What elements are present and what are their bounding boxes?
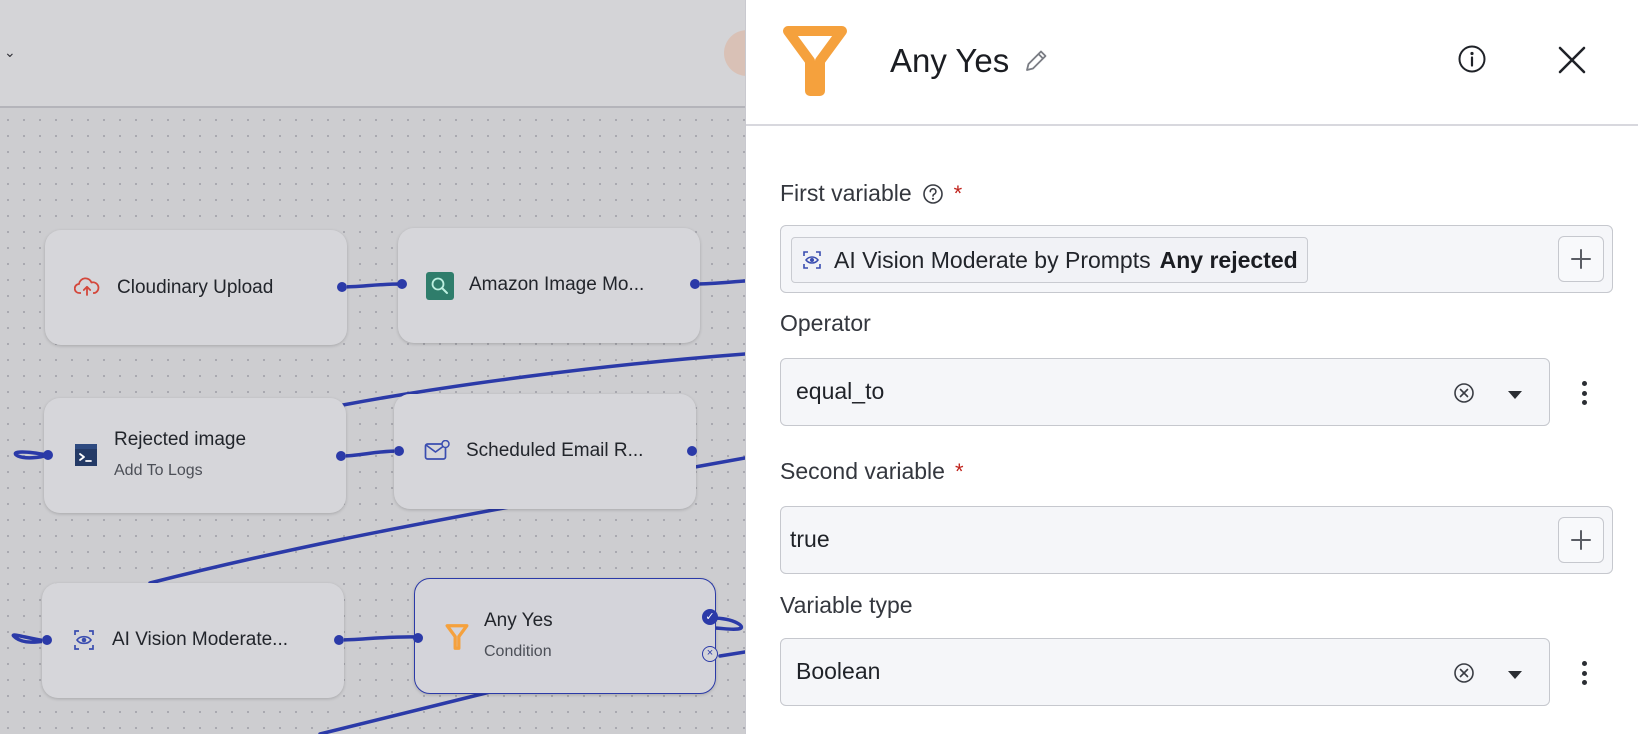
panel-header: Any Yes (746, 0, 1638, 126)
output-port[interactable] (337, 282, 347, 292)
field-label-text: Operator (780, 310, 871, 336)
caret-down-icon[interactable] (1507, 387, 1523, 399)
plus-icon (1571, 249, 1591, 269)
no-output-port[interactable]: × (702, 646, 718, 662)
clear-icon[interactable] (1453, 662, 1475, 684)
edge-amazon-out (693, 279, 745, 286)
input-port[interactable] (42, 635, 52, 645)
output-port[interactable] (334, 635, 344, 645)
edge-vision-anyyes (338, 635, 421, 642)
add-variable-button[interactable] (1558, 236, 1604, 282)
ai-vision-icon (70, 626, 98, 654)
help-icon[interactable] (922, 183, 944, 205)
cloud-upload-icon (73, 273, 101, 301)
operator-select[interactable]: equal_to (780, 358, 1550, 426)
input-port[interactable] (397, 279, 407, 289)
output-port[interactable] (687, 446, 697, 456)
close-icon[interactable] (1556, 44, 1588, 76)
filter-icon (782, 26, 848, 96)
edge-rejected-email (339, 449, 401, 458)
operator-more-icon[interactable] (1574, 378, 1594, 408)
plus-icon (1571, 530, 1591, 550)
field-label-text: First variable (780, 180, 912, 206)
caret-down-icon[interactable] (1507, 667, 1523, 679)
input-port[interactable] (413, 633, 423, 643)
second-variable-value: true (790, 526, 830, 552)
required-asterisk: * (954, 458, 964, 484)
filter-icon (443, 623, 471, 651)
node-title: AI Vision Moderate... (112, 629, 289, 650)
variable-chip[interactable]: AI Vision Moderate by Prompts Any reject… (791, 237, 1308, 283)
node-title: Any Yes (484, 610, 553, 631)
node-any-yes[interactable]: Any Yes Condition ✓ × (413, 578, 718, 694)
edge-loop-vision (11, 633, 47, 644)
edge-to-vision (148, 503, 522, 585)
chip-field-name: Any rejected (1159, 246, 1298, 273)
output-port[interactable] (690, 279, 700, 289)
node-title: Amazon Image Mo... (469, 274, 645, 295)
pencil-icon[interactable] (1022, 47, 1050, 75)
node-cloudinary-upload[interactable]: Cloudinary Upload (45, 230, 347, 345)
variable-type-more-icon[interactable] (1574, 658, 1594, 688)
clear-icon[interactable] (1453, 382, 1475, 404)
panel-title: Any Yes (890, 42, 1010, 79)
node-title: Rejected image (114, 429, 247, 450)
output-port[interactable] (336, 451, 346, 461)
node-title: Scheduled Email R... (466, 440, 644, 461)
node-rejected-image[interactable]: Rejected image Add To Logs (43, 398, 346, 513)
variable-type-value: Boolean (796, 658, 881, 684)
workflow-canvas[interactable]: ⌄ Cloudinary Upload Amazon Image Mo... R… (0, 0, 745, 734)
input-port[interactable] (394, 446, 404, 456)
node-scheduled-email[interactable]: Scheduled Email R... (394, 394, 697, 509)
node-title: Cloudinary Upload (117, 277, 274, 298)
input-port[interactable] (43, 450, 53, 460)
info-icon[interactable] (1457, 44, 1487, 74)
node-subtitle: Add To Logs (114, 462, 203, 479)
required-asterisk: * (953, 180, 963, 206)
variable-type-select[interactable]: Boolean (780, 638, 1550, 706)
edge-bottom (318, 690, 492, 734)
variable-type-label: Variable type (780, 592, 913, 619)
node-config-panel: Any Yes First variable * AI Vision Moder… (745, 0, 1638, 734)
operator-label: Operator (780, 310, 871, 337)
node-amazon-image-moderation[interactable]: Amazon Image Mo... (397, 228, 700, 343)
mail-icon (423, 437, 451, 465)
edge-anyyes-no (718, 650, 745, 658)
ai-vision-icon (800, 248, 824, 272)
yes-output-port[interactable]: ✓ (702, 609, 718, 625)
terminal-icon (72, 441, 100, 469)
first-variable-label: First variable * (780, 180, 962, 207)
amazon-image-moderation-icon (426, 272, 454, 300)
second-variable-field[interactable]: true (780, 506, 1613, 574)
node-subtitle: Condition (484, 643, 552, 660)
chip-source-name: AI Vision Moderate by Prompts (834, 246, 1151, 273)
node-ai-vision-moderate[interactable]: AI Vision Moderate... (42, 583, 344, 698)
add-variable-button[interactable] (1558, 517, 1604, 563)
edge-email-out (693, 456, 745, 469)
operator-value: equal_to (796, 378, 885, 404)
field-label-text: Second variable (780, 458, 945, 484)
first-variable-field[interactable]: AI Vision Moderate by Prompts Any reject… (780, 225, 1613, 293)
second-variable-label: Second variable * (780, 458, 964, 485)
edge-cloudinary-amazon (340, 282, 404, 289)
field-label-text: Variable type (780, 592, 913, 618)
